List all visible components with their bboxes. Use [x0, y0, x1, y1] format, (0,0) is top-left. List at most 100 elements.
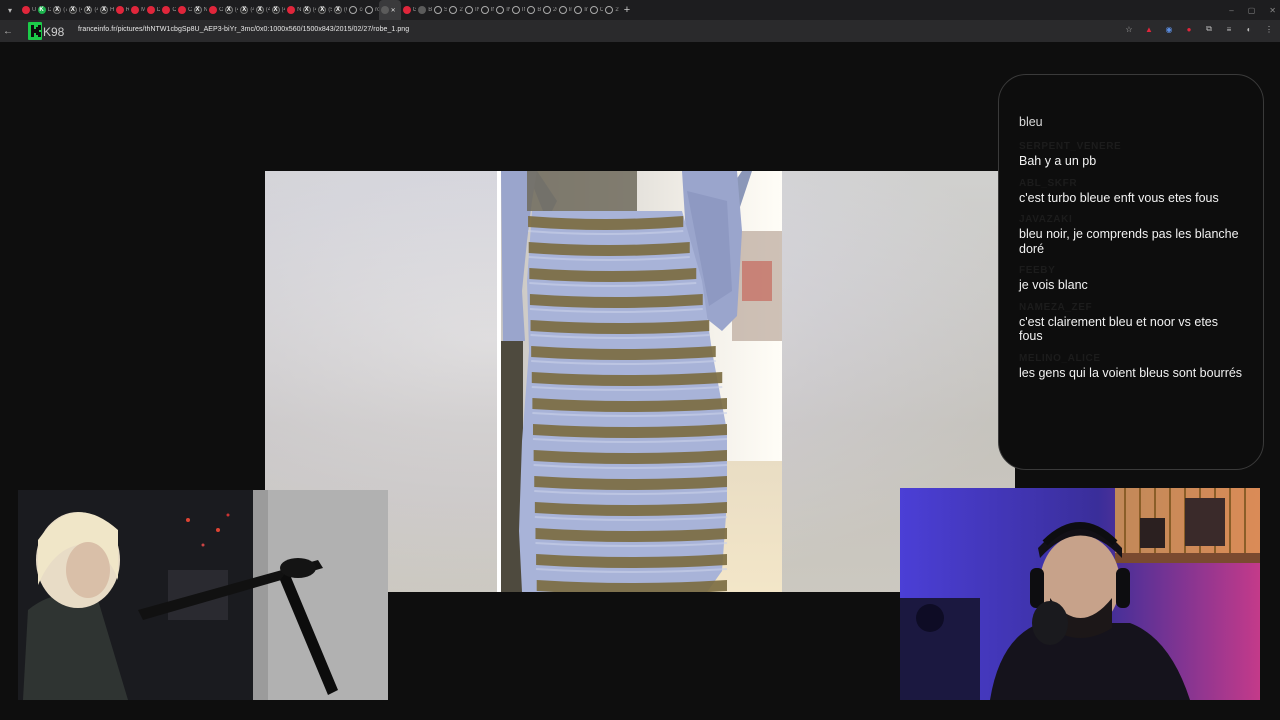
- tab-favicon-icon: [589, 6, 598, 14]
- bookmark-star-icon[interactable]: ☆: [1124, 24, 1134, 34]
- tab-favicon-icon: X: [53, 6, 62, 14]
- browser-tab[interactable]: ro: [363, 0, 379, 20]
- profile-icon[interactable]: ◐: [1244, 24, 1254, 34]
- tab-favicon-icon: [449, 6, 458, 14]
- browser-tab[interactable]: Un: [20, 0, 36, 20]
- tab-favicon-icon: [480, 6, 489, 14]
- browser-tab[interactable]: X(7: [51, 0, 67, 20]
- tab-strip: ▾ UnKDrX(7X(4X(4XHiReMDrClCoXNiOlX(4X(4X…: [0, 0, 1280, 20]
- chat-message-text: bleu noir, je comprends pas les blanche …: [1019, 227, 1239, 256]
- extension-blue-icon[interactable]: ◉: [1164, 24, 1174, 34]
- browser-tab[interactable]: 20: [447, 0, 463, 20]
- browser-tab[interactable]: CC: [588, 0, 603, 20]
- tab-close-icon[interactable]: ✕: [391, 7, 396, 14]
- browser-tab[interactable]: 20: [541, 0, 557, 20]
- tab-favicon-icon: [177, 6, 186, 14]
- tab-favicon-icon: X: [240, 6, 249, 14]
- close-icon[interactable]: ✕: [1269, 6, 1276, 15]
- browser-tab[interactable]: Im: [572, 0, 588, 20]
- browser-tab[interactable]: X(6: [332, 0, 347, 20]
- chat-panel: bleu SERPENT_VENERE Bah y a un pb ABL_SKFR…: [998, 74, 1264, 470]
- extension-red-icon[interactable]: ▲: [1144, 24, 1154, 34]
- browser-tab[interactable]: Ni: [285, 0, 301, 20]
- browser-tab[interactable]: IN: [510, 0, 525, 20]
- tab-search-icon[interactable]: ▾: [0, 0, 20, 20]
- tab-favicon-icon: X: [302, 6, 311, 14]
- browser-tab[interactable]: KDr: [36, 0, 51, 20]
- extension-record-icon[interactable]: ●: [1184, 24, 1194, 34]
- browser-tab[interactable]: XHi: [98, 0, 114, 20]
- chat-username[interactable]: ABL_SKFR: [1019, 178, 1243, 191]
- minimize-icon[interactable]: –: [1229, 6, 1233, 15]
- chat-username[interactable]: JAVAZAKI: [1019, 214, 1243, 227]
- tab-favicon-icon: [465, 6, 474, 14]
- browser-tab[interactable]: ✕: [378, 0, 401, 20]
- address-bar[interactable]: franceinfo.fr/pictures/thNTW1cbgSp8U_AEP…: [78, 26, 409, 33]
- browser-tab[interactable]: X(4: [223, 0, 238, 20]
- tab-favicon-icon: X: [68, 6, 77, 14]
- browser-tab[interactable]: X(4: [301, 0, 316, 20]
- browser-tab[interactable]: 20: [603, 0, 619, 20]
- toolbar-icons: ☆ ▲ ◉ ● ⧉ ≡ ◐ ⋮: [1124, 24, 1274, 34]
- media-icon[interactable]: ≡: [1224, 24, 1234, 34]
- tab-favicon-icon: [115, 6, 124, 14]
- svg-text:K98: K98: [43, 25, 65, 39]
- browser-tab[interactable]: Co: [176, 0, 192, 20]
- tab-favicon-icon: [605, 6, 614, 14]
- browser-tab[interactable]: Bi: [525, 0, 541, 20]
- tab-favicon-icon: X: [84, 6, 93, 14]
- browser-tab[interactable]: Bo: [416, 0, 432, 20]
- tab-favicon-icon: [527, 6, 536, 14]
- menu-icon[interactable]: ⋮: [1264, 24, 1274, 34]
- chat-message: NAMEZA_ZEF c'est clairement bleu et noor …: [1019, 302, 1243, 344]
- chat-message-list: SERPENT_VENERE Bah y a un pb ABL_SKFR c'est…: [1019, 141, 1243, 380]
- browser-tab[interactable]: Cl: [160, 0, 176, 20]
- chat-message-text: bleu: [1019, 115, 1043, 129]
- browser-tab[interactable]: IN: [494, 0, 510, 20]
- dress-photo: [497, 171, 782, 592]
- browser-tab[interactable]: IN: [463, 0, 479, 20]
- tab-favicon-icon: [209, 6, 218, 14]
- chat-username[interactable]: MELINO_ALICE: [1019, 353, 1243, 366]
- tab-favicon-icon: [558, 6, 567, 14]
- back-button[interactable]: ←: [0, 23, 16, 39]
- chat-username[interactable]: NAMEZA_ZEF: [1019, 302, 1243, 315]
- browser-tab[interactable]: X(4: [254, 0, 270, 20]
- tab-favicon-icon: X: [224, 6, 233, 14]
- browser-tab[interactable]: X(4: [270, 0, 285, 20]
- browser-tab[interactable]: M: [129, 0, 145, 20]
- extensions-icon[interactable]: ⧉: [1204, 24, 1214, 34]
- maximize-icon[interactable]: ▢: [1248, 6, 1256, 15]
- chat-message-text: Bah y a un pb: [1019, 154, 1097, 168]
- browser-tab[interactable]: X(4: [238, 0, 254, 20]
- browser-tab[interactable]: IN: [479, 0, 494, 20]
- tab-favicon-icon: [511, 6, 520, 14]
- tab-favicon-icon: X: [255, 6, 264, 14]
- browser-tab[interactable]: Gl: [401, 0, 416, 20]
- browser-tab[interactable]: XNi: [192, 0, 207, 20]
- chat-username[interactable]: FEEBY: [1019, 265, 1243, 278]
- browser-tab[interactable]: X(5: [316, 0, 332, 20]
- browser-tab[interactable]: Re: [114, 0, 129, 20]
- tab-favicon-icon: [543, 6, 551, 14]
- browser-tab[interactable]: So: [432, 0, 447, 20]
- webcam-right: [900, 488, 1260, 700]
- chat-message: MELINO_ALICE les gens qui la voient bleus…: [1019, 353, 1243, 381]
- tab-favicon-icon: [287, 6, 296, 14]
- new-tab-button[interactable]: +: [619, 4, 635, 16]
- chat-username[interactable]: SERPENT_VENERE: [1019, 141, 1243, 154]
- tab-favicon-icon: X: [99, 6, 108, 14]
- chat-message-text: c'est clairement bleu et noor vs etes fo…: [1019, 314, 1219, 344]
- tab-favicon-icon: [365, 6, 374, 14]
- browser-tab[interactable]: Im: [557, 0, 572, 20]
- browser-tab[interactable]: X(4: [82, 0, 98, 20]
- chat-message: SERPENT_VENERE Bah y a un pb: [1019, 141, 1243, 169]
- tab-favicon-icon: [574, 6, 583, 14]
- tab-favicon-icon: [349, 6, 358, 14]
- browser-tab[interactable]: Ol: [207, 0, 223, 20]
- tab-favicon-icon: [146, 6, 155, 14]
- browser-tab[interactable]: co: [347, 0, 363, 20]
- browser-tab[interactable]: X(4: [67, 0, 82, 20]
- chat-message: ABL_SKFR c'est turbo bleue enft vous etes…: [1019, 178, 1243, 206]
- browser-tab[interactable]: Dr: [145, 0, 160, 20]
